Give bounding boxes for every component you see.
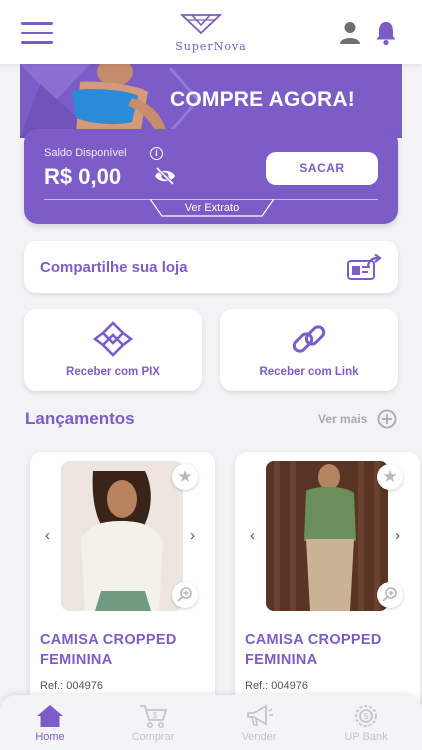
share-store-label: Compartilhe sua loja bbox=[40, 259, 188, 276]
plus-circle-icon[interactable] bbox=[377, 409, 397, 429]
product-name: CAMISA CROPPED FEMININA bbox=[245, 632, 382, 668]
nav-item-vender[interactable]: Vender bbox=[209, 695, 309, 750]
bell-icon[interactable] bbox=[374, 20, 398, 46]
favorite-star-icon[interactable]: ★ bbox=[377, 464, 403, 490]
zoom-in-icon[interactable] bbox=[377, 582, 403, 608]
balance-value: R$ 0,00 bbox=[44, 164, 122, 189]
product-name: CAMISA CROPPED FEMININA bbox=[40, 632, 177, 668]
share-store-card[interactable]: Compartilhe sua loja bbox=[24, 241, 398, 293]
nav-item-comprar[interactable]: $ Comprar bbox=[103, 695, 203, 750]
svg-text:$: $ bbox=[364, 712, 369, 721]
pix-icon bbox=[93, 321, 133, 357]
home-icon bbox=[37, 705, 63, 727]
megaphone-icon bbox=[247, 704, 273, 726]
see-more-link[interactable]: Ver mais bbox=[318, 412, 367, 426]
banner-headline: COMPRE AGORA! bbox=[170, 88, 355, 111]
balance-card: Saldo Disponível i R$ 0,00 SACAR Ver Ext… bbox=[24, 129, 398, 224]
receive-pix-label: Receber com PIX bbox=[66, 366, 160, 378]
product-card[interactable]: ★ ‹ › CAMISA CROPPED FEMININA Ref.: 0049… bbox=[30, 452, 215, 712]
receive-pix-card[interactable]: Receber com PIX bbox=[24, 309, 202, 391]
product-card[interactable]: ★ ‹ › CAMISA CROPPED FEMININA Ref.: 0049… bbox=[235, 452, 420, 712]
favorite-star-icon[interactable]: ★ bbox=[172, 464, 198, 490]
share-store-icon bbox=[347, 254, 382, 280]
link-icon bbox=[292, 325, 326, 353]
shopping-cart-icon: $ bbox=[140, 705, 168, 728]
gear-badge-icon: $ bbox=[355, 705, 377, 727]
nav-label-vender: Vender bbox=[241, 731, 277, 743]
receive-link-card[interactable]: Receber com Link bbox=[220, 309, 398, 391]
product-ref: Ref.: 004976 bbox=[40, 680, 103, 692]
info-icon[interactable]: i bbox=[150, 147, 163, 160]
zoom-in-icon[interactable] bbox=[172, 582, 198, 608]
statement-link[interactable]: Ver Extrato bbox=[150, 202, 274, 214]
nav-item-upbank[interactable]: $ UP Bank bbox=[316, 695, 416, 750]
nav-label-home: Home bbox=[35, 731, 65, 743]
chevron-right-icon[interactable]: › bbox=[190, 527, 195, 544]
promo-banner[interactable]: COMPRE AGORA! bbox=[20, 64, 402, 138]
product-image bbox=[61, 461, 183, 611]
bottom-navigation: Home $ Comprar Vender $ UP Bank bbox=[0, 695, 422, 750]
launches-title: Lançamentos bbox=[25, 409, 135, 428]
receive-link-label: Receber com Link bbox=[259, 366, 359, 378]
chevron-left-icon[interactable]: ‹ bbox=[250, 527, 255, 544]
withdraw-button[interactable]: SACAR bbox=[266, 152, 378, 185]
nav-label-upbank: UP Bank bbox=[344, 731, 388, 743]
supernova-logo-icon bbox=[180, 14, 222, 35]
chevron-left-icon[interactable]: ‹ bbox=[45, 527, 50, 544]
user-icon[interactable] bbox=[339, 21, 361, 45]
chevron-right-icon[interactable]: › bbox=[395, 527, 400, 544]
svg-text:$: $ bbox=[153, 711, 158, 720]
nav-item-home[interactable]: Home bbox=[0, 695, 100, 750]
nav-label-comprar: Comprar bbox=[131, 731, 175, 743]
app-header: SuperNova bbox=[0, 0, 422, 64]
product-image bbox=[266, 461, 388, 611]
product-ref: Ref.: 004976 bbox=[245, 680, 308, 692]
eye-off-icon[interactable] bbox=[154, 167, 176, 185]
balance-label: Saldo Disponível bbox=[44, 147, 127, 159]
